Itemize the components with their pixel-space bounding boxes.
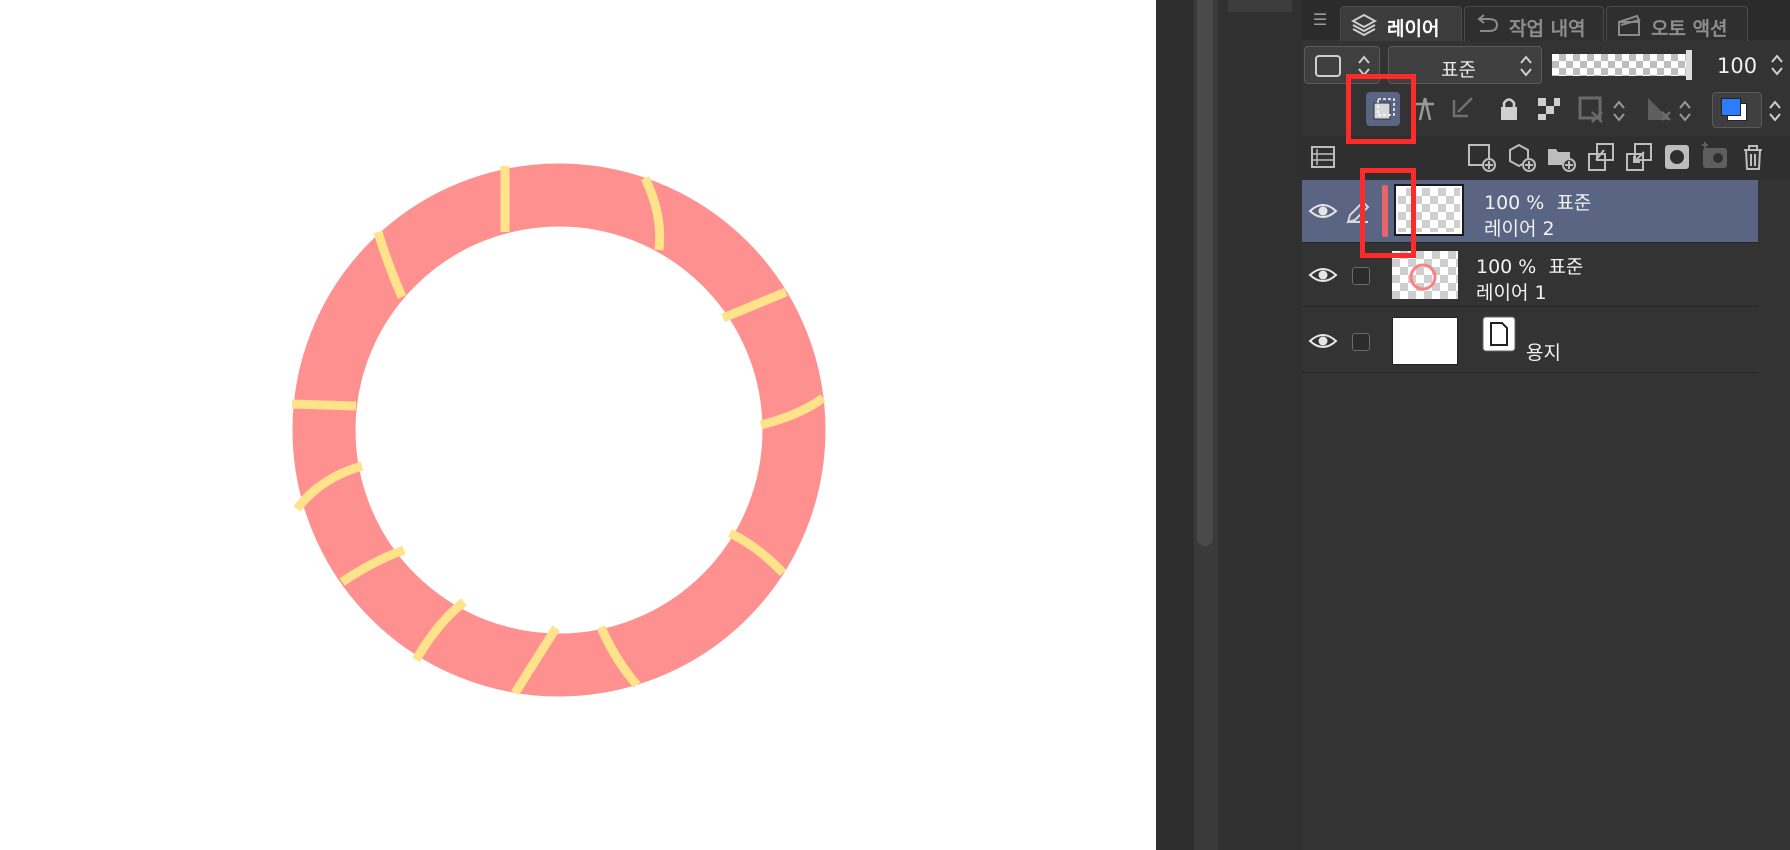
new-vector-layer-icon[interactable] — [1504, 140, 1538, 174]
layer-opacity-blend: 100 % 표준 — [1484, 192, 1592, 214]
layer-thumbnail[interactable] — [1392, 317, 1458, 365]
mask-enable-icon[interactable] — [1574, 92, 1608, 126]
layer-select-checkbox[interactable] — [1352, 267, 1370, 285]
opacity-stepper-icon[interactable] — [1770, 52, 1784, 78]
layer-opacity-blend: 100 % 표준 — [1476, 256, 1584, 278]
blend-mode-value: 표준 — [1441, 59, 1476, 81]
updown-arrows-icon — [1520, 55, 1532, 77]
opacity-value[interactable]: 100 — [1717, 54, 1757, 78]
layer-color-swatch — [1315, 55, 1341, 77]
canvas-edge — [1156, 0, 1194, 850]
tab-label: 작업 내역 — [1509, 18, 1586, 40]
layers-icon — [1351, 13, 1377, 37]
highlight-box-clipping-indicator — [1360, 168, 1416, 258]
highlight-box-clip-button — [1346, 74, 1416, 144]
layer-name[interactable]: 레이어 2 — [1484, 214, 1555, 241]
delete-layer-icon[interactable] — [1736, 140, 1770, 174]
lock-transparent-pixels-icon[interactable] — [1532, 92, 1566, 126]
new-folder-icon[interactable] — [1544, 140, 1578, 174]
layer-name[interactable]: 레이어 1 — [1476, 278, 1547, 305]
transfer-to-lower-layer-icon[interactable] — [1584, 140, 1618, 174]
layer-thumbnail[interactable] — [1392, 251, 1458, 299]
create-layer-mask-icon[interactable] — [1660, 140, 1694, 174]
layer-row-paper[interactable]: 용지 — [1302, 310, 1758, 373]
clapperboard-icon — [1618, 14, 1641, 36]
panel-tab-bar: ☰ 레이어 작업 내역 오토 액션 — [1302, 0, 1790, 41]
ring-artwork — [291, 163, 826, 697]
canvas-scrollbar-thumb[interactable] — [1197, 0, 1213, 546]
opacity-slider[interactable] — [1552, 50, 1692, 80]
pink-ring — [292, 163, 826, 697]
layer-property-icon[interactable] — [1306, 140, 1340, 174]
visibility-eye-icon[interactable] — [1308, 264, 1338, 286]
updown-arrows-icon[interactable] — [1768, 98, 1782, 124]
layer-select-checkbox[interactable] — [1352, 333, 1370, 351]
tab-label: 레이어 — [1387, 18, 1440, 40]
main-color-swatch — [1721, 98, 1741, 116]
drawing-canvas[interactable] — [0, 0, 1156, 850]
tab-auto-action[interactable]: 오토 액션 — [1606, 6, 1748, 41]
visibility-eye-icon[interactable] — [1308, 200, 1338, 222]
new-raster-layer-icon[interactable] — [1464, 140, 1498, 174]
visibility-eye-icon[interactable] — [1308, 330, 1338, 352]
layer-color-button[interactable] — [1712, 92, 1762, 128]
merge-with-lower-layer-icon[interactable] — [1622, 140, 1656, 174]
history-icon — [1477, 14, 1499, 32]
lock-layer-icon[interactable] — [1492, 92, 1526, 126]
panel-divider — [1218, 0, 1302, 850]
panel-divider-tab[interactable] — [1228, 0, 1292, 12]
tab-layers[interactable]: 레이어 — [1340, 6, 1462, 41]
apply-mask-icon[interactable] — [1698, 140, 1732, 174]
ruler-enable-icon[interactable] — [1642, 92, 1676, 126]
tab-label: 오토 액션 — [1651, 18, 1728, 40]
paper-layer-icon — [1482, 316, 1516, 352]
updown-arrows-icon[interactable] — [1678, 98, 1692, 124]
layer-name[interactable]: 용지 — [1526, 338, 1561, 365]
hamburger-menu-icon[interactable]: ☰ — [1310, 10, 1330, 30]
tab-history[interactable]: 작업 내역 — [1464, 6, 1604, 41]
draft-layer-icon[interactable] — [1446, 92, 1480, 126]
ring-thumbnail-icon — [1409, 263, 1437, 291]
updown-arrows-icon[interactable] — [1612, 98, 1626, 124]
